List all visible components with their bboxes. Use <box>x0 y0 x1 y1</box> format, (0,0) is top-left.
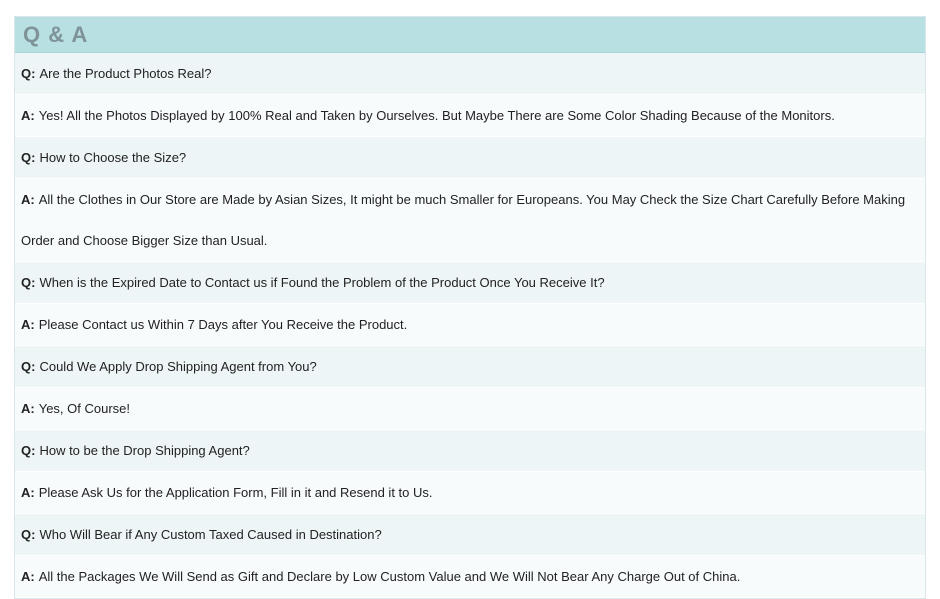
answer-text: Yes, Of Course! <box>38 401 131 416</box>
question-row: Q: How to Choose the Size? <box>15 137 925 179</box>
qa-list: Q: Are the Product Photos Real? A: Yes! All… <box>15 53 925 598</box>
answer-prefix: A: <box>21 192 35 207</box>
question-prefix: Q: <box>21 150 36 165</box>
answer-text: Yes! All the Photos Displayed by 100% Re… <box>38 108 835 123</box>
question-prefix: Q: <box>21 527 36 542</box>
question-text: How to Choose the Size? <box>39 150 187 165</box>
answer-prefix: A: <box>21 569 35 584</box>
question-text: Who Will Bear if Any Custom Taxed Caused… <box>39 527 382 542</box>
answer-row: A: Please Contact us Within 7 Days after … <box>15 304 925 346</box>
answer-prefix: A: <box>21 401 35 416</box>
question-text: Are the Product Photos Real? <box>39 66 212 81</box>
question-row: Q: When is the Expired Date to Contact us… <box>15 262 925 304</box>
answer-row: A: Yes, Of Course! <box>15 388 925 430</box>
answer-text: All the Clothes in Our Store are Made by… <box>21 192 906 248</box>
question-row: Q: Could We Apply Drop Shipping Agent fro… <box>15 346 925 388</box>
answer-text: All the Packages We Will Send as Gift an… <box>38 569 741 584</box>
answer-text: Please Contact us Within 7 Days after Yo… <box>38 317 408 332</box>
qa-title: Q & A <box>23 21 89 47</box>
qa-header: Q & A <box>15 17 925 53</box>
question-text: When is the Expired Date to Contact us i… <box>39 275 605 290</box>
question-prefix: Q: <box>21 275 36 290</box>
question-text: How to be the Drop Shipping Agent? <box>39 443 250 458</box>
question-row: Q: Are the Product Photos Real? <box>15 53 925 95</box>
answer-prefix: A: <box>21 317 35 332</box>
answer-row: A: Yes! All the Photos Displayed by 100% … <box>15 95 925 137</box>
question-row: Q: How to be the Drop Shipping Agent? <box>15 430 925 472</box>
qa-panel: Q & A Q: Are the Product Photos Real? A: Ye… <box>14 16 926 599</box>
question-prefix: Q: <box>21 359 36 374</box>
answer-row: A: All the Packages We Will Send as Gift … <box>15 556 925 598</box>
question-row: Q: Who Will Bear if Any Custom Taxed Caus… <box>15 514 925 556</box>
question-prefix: Q: <box>21 443 36 458</box>
answer-row: A: Please Ask Us for the Application Form… <box>15 472 925 514</box>
answer-prefix: A: <box>21 485 35 500</box>
answer-text: Please Ask Us for the Application Form, … <box>38 485 433 500</box>
question-prefix: Q: <box>21 66 36 81</box>
question-text: Could We Apply Drop Shipping Agent from … <box>39 359 317 374</box>
answer-row: A: All the Clothes in Our Store are Made … <box>15 179 925 262</box>
answer-prefix: A: <box>21 108 35 123</box>
